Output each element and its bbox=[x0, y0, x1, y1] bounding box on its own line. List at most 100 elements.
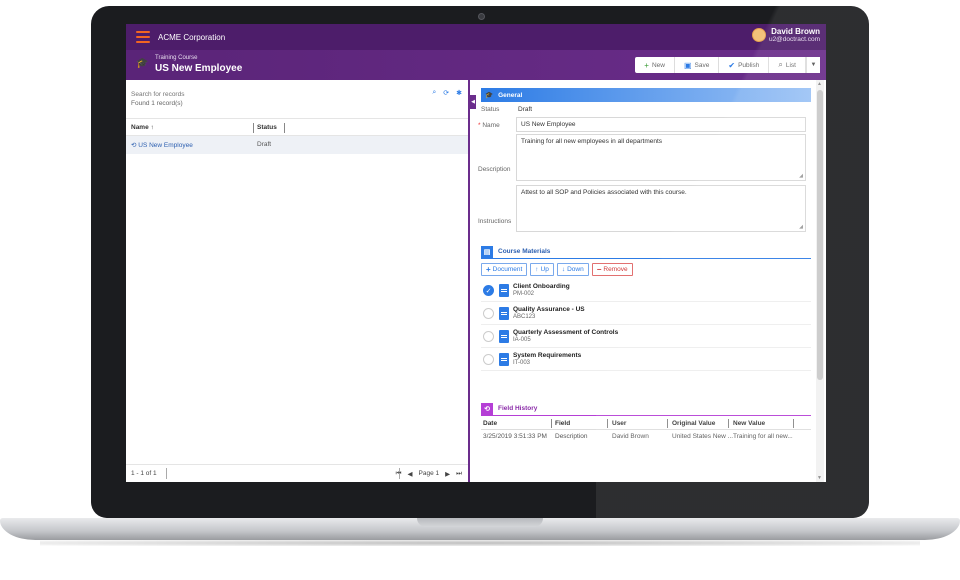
resize-handle-icon[interactable]: ◢ bbox=[799, 173, 803, 179]
description-text: Training for all new employees in all de… bbox=[521, 138, 662, 145]
description-field[interactable]: Training for all new employees in all de… bbox=[516, 134, 806, 181]
name-field[interactable]: US New Employee bbox=[516, 117, 806, 132]
history-original: United States New ... bbox=[672, 433, 733, 440]
avatar[interactable] bbox=[752, 28, 766, 42]
grid-header: Name ↑ Status bbox=[126, 118, 468, 136]
user-email: u2@doctract.com bbox=[769, 36, 820, 43]
first-page-icon[interactable]: ⏮ bbox=[396, 470, 402, 478]
user-info[interactable]: David Brown u2@doctract.com bbox=[769, 27, 820, 43]
next-page-icon[interactable]: ▶ bbox=[445, 470, 450, 478]
name-label: * Name bbox=[478, 122, 500, 129]
checkbox-checked-icon[interactable]: ✓ bbox=[483, 285, 494, 296]
publish-button[interactable]: ✔Publish bbox=[719, 57, 769, 73]
scrollbar-thumb[interactable] bbox=[817, 90, 823, 380]
laptop-notch bbox=[417, 518, 543, 527]
refresh-icon[interactable]: ⟳ bbox=[443, 89, 449, 97]
material-code: IA-005 bbox=[513, 337, 531, 343]
graduation-cap-icon: 🎓 bbox=[485, 91, 493, 99]
save-button[interactable]: ▣Save bbox=[675, 57, 719, 73]
column-divider[interactable] bbox=[607, 419, 608, 428]
pager-nav: ⏮ ◀ Page 1 ▶ ⏭ bbox=[396, 470, 462, 478]
column-divider[interactable] bbox=[253, 123, 254, 133]
column-new-value[interactable]: New Value bbox=[733, 420, 765, 427]
column-divider[interactable] bbox=[793, 419, 794, 428]
move-up-label: Up bbox=[541, 266, 549, 273]
column-field[interactable]: Field bbox=[555, 420, 570, 427]
divider bbox=[166, 468, 167, 479]
move-down-label: Down bbox=[567, 266, 584, 273]
column-divider[interactable] bbox=[667, 419, 668, 428]
pager: 1 - 1 of 1 ⏮ ◀ Page 1 ▶ ⏭ bbox=[126, 464, 468, 482]
column-user[interactable]: User bbox=[612, 420, 626, 427]
move-up-button[interactable]: ↑Up bbox=[530, 263, 554, 276]
scroll-up-icon[interactable]: ▲ bbox=[817, 81, 822, 87]
history-user: David Brown bbox=[612, 433, 649, 440]
material-code: IT-003 bbox=[513, 360, 530, 366]
name-label-text: Name bbox=[482, 122, 499, 129]
column-date[interactable]: Date bbox=[483, 420, 497, 427]
publish-button-label: Publish bbox=[738, 62, 759, 69]
plus-icon: + bbox=[486, 265, 491, 274]
prev-page-icon[interactable]: ◀ bbox=[408, 470, 413, 478]
new-button[interactable]: +New bbox=[635, 57, 675, 73]
list-item[interactable]: ✓ Client Onboarding PM-002 bbox=[481, 280, 811, 302]
resize-handle-icon[interactable]: ◢ bbox=[799, 224, 803, 230]
last-page-icon[interactable]: ⏭ bbox=[456, 470, 462, 478]
pin-icon[interactable]: ✱ bbox=[456, 89, 462, 97]
scroll-down-icon[interactable]: ▼ bbox=[817, 475, 822, 481]
table-row[interactable]: ⟲ US New Employee Draft bbox=[126, 136, 468, 154]
search-icon[interactable]: ⌕ bbox=[432, 89, 436, 97]
document-icon bbox=[499, 353, 509, 366]
column-name[interactable]: Name ↑ bbox=[131, 124, 154, 131]
description-label: Description bbox=[478, 166, 511, 173]
general-section-header: 🎓 General bbox=[481, 88, 811, 102]
laptop-shadow bbox=[40, 540, 920, 546]
instructions-label: Instructions bbox=[478, 218, 511, 225]
save-icon: ▣ bbox=[684, 61, 692, 70]
list-item[interactable]: System Requirements IT-003 bbox=[481, 349, 811, 371]
list-tools: ⌕ ⟳ ✱ bbox=[432, 89, 462, 97]
record-header: 🎓 Training Course US New Employee +New ▣… bbox=[126, 50, 826, 80]
course-materials-header: ▤ Course Materials bbox=[481, 245, 811, 259]
checkbox-icon[interactable] bbox=[483, 354, 494, 365]
materials-toolbar: +Document ↑Up ↓Down −Remove bbox=[481, 263, 633, 276]
list-item[interactable]: Quality Assurance - US ABC123 bbox=[481, 303, 811, 325]
material-code: ABC123 bbox=[513, 314, 535, 320]
column-original-value[interactable]: Original Value bbox=[672, 420, 715, 427]
breadcrumb[interactable]: Training Course bbox=[155, 55, 197, 61]
record-list-panel: ⌕ ⟳ ✱ Found 1 record(s) Name ↑ Status ⟲ … bbox=[126, 80, 470, 482]
arrow-up-icon: ↑ bbox=[535, 266, 538, 273]
instructions-text: Attest to all SOP and Policies associate… bbox=[521, 189, 687, 196]
check-icon: ✔ bbox=[728, 61, 735, 70]
add-document-button[interactable]: +Document bbox=[481, 263, 527, 276]
row-name: ⟲ US New Employee bbox=[131, 141, 193, 149]
checkbox-icon[interactable] bbox=[483, 331, 494, 342]
material-title: Client Onboarding bbox=[513, 283, 570, 290]
instructions-field[interactable]: Attest to all SOP and Policies associate… bbox=[516, 185, 806, 232]
column-divider[interactable] bbox=[728, 419, 729, 428]
laptop-bezel-bottom bbox=[91, 482, 869, 518]
table-row[interactable]: 3/25/2019 3:51:33 PM Description David B… bbox=[481, 431, 811, 443]
remove-button[interactable]: −Remove bbox=[592, 263, 633, 276]
move-down-button[interactable]: ↓Down bbox=[557, 263, 589, 276]
column-divider[interactable] bbox=[284, 123, 285, 133]
search-input[interactable] bbox=[131, 88, 439, 100]
list-button[interactable]: ⌕List bbox=[769, 57, 806, 73]
chevron-down-icon[interactable]: ▼ bbox=[806, 57, 820, 73]
list-item[interactable]: Quarterly Assessment of Controls IA-005 bbox=[481, 326, 811, 348]
record-detail-panel: 🎓 General Status Draft * Name US New Emp… bbox=[476, 80, 816, 482]
scrollbar[interactable]: ▲ ▼ bbox=[816, 80, 824, 482]
page-title: US New Employee bbox=[155, 63, 242, 74]
row-name-text: US New Employee bbox=[138, 142, 193, 149]
minus-icon: − bbox=[597, 265, 602, 274]
history-new: Training for all new... bbox=[733, 433, 793, 440]
hamburger-menu-icon[interactable] bbox=[136, 31, 150, 43]
status-label: Status bbox=[481, 106, 499, 113]
course-materials-heading: Course Materials bbox=[498, 248, 550, 255]
status-value: Draft bbox=[518, 106, 532, 113]
column-divider[interactable] bbox=[551, 419, 552, 428]
pager-range: 1 - 1 of 1 bbox=[131, 470, 157, 477]
checkbox-icon[interactable] bbox=[483, 308, 494, 319]
history-date: 3/25/2019 3:51:33 PM bbox=[483, 433, 547, 440]
column-status[interactable]: Status bbox=[257, 124, 277, 131]
